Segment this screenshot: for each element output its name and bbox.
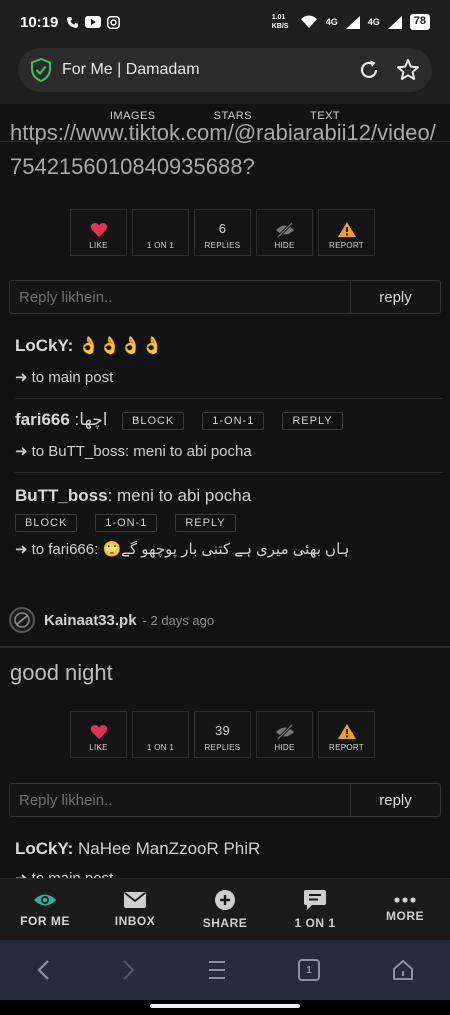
network-1: 4G xyxy=(325,17,338,27)
reply-button[interactable]: reply xyxy=(350,281,440,313)
comment-ref[interactable]: ➜to main post xyxy=(15,869,435,878)
post-text[interactable]: https://www.tiktok.com/@rabiarabii12/vid… xyxy=(10,116,440,184)
plus-circle-icon xyxy=(215,889,235,910)
heart-icon xyxy=(90,223,107,237)
youtube-icon xyxy=(85,16,102,28)
comment-author[interactable]: fari666 xyxy=(15,410,70,429)
reply-input[interactable] xyxy=(10,784,350,816)
status-time: 10:19 xyxy=(20,13,59,31)
browser-toolbar: For Me | Damadam xyxy=(0,44,450,104)
browser-nav-bar: 1 xyxy=(0,940,450,1000)
avatar[interactable] xyxy=(9,607,35,633)
comment-ref[interactable]: ➜ to BuTT_boss: meni to abi pocha xyxy=(15,442,435,460)
envelope-icon xyxy=(124,891,146,908)
comment-body: NaHee ManZzooR PhiR xyxy=(77,839,261,858)
bottom-nav: FOR ME INBOX SHARE 1 ON 1 MORE xyxy=(0,878,450,940)
warning-icon xyxy=(337,724,356,739)
replies-button[interactable]: 6 REPLIES xyxy=(194,209,251,256)
battery-icon: 78 xyxy=(409,14,430,30)
comment-author[interactable]: BuTT_boss xyxy=(15,486,108,505)
report-button[interactable]: REPORT xyxy=(318,711,375,758)
page-title: For Me | Damadam xyxy=(62,61,200,78)
nav-more[interactable]: MORE xyxy=(360,879,450,940)
eye-off-icon xyxy=(275,222,294,238)
address-bar[interactable]: For Me | Damadam xyxy=(18,48,432,92)
phone-icon xyxy=(67,16,79,28)
comment: BuTT_boss: meni to abi pocha BLOCK 1-ON-… xyxy=(15,486,435,558)
forward-arrow-icon[interactable] xyxy=(122,959,136,981)
signal-icon-2 xyxy=(387,15,402,29)
star-icon[interactable] xyxy=(396,58,420,82)
arrow-right-icon: ➜ xyxy=(15,443,28,460)
menu-icon[interactable] xyxy=(208,960,226,980)
eye-icon xyxy=(34,894,56,905)
comment-ref[interactable]: ➜to main post xyxy=(15,368,435,386)
more-dots-icon xyxy=(394,896,416,903)
hide-button[interactable]: HIDE xyxy=(256,209,313,256)
one-on-one-tag-button[interactable]: 1-ON-1 xyxy=(202,411,265,430)
reply-form: reply xyxy=(9,783,441,817)
post-author-name[interactable]: Kainaat33.pk xyxy=(44,612,137,629)
avatar-image xyxy=(14,612,30,628)
home-icon[interactable] xyxy=(392,959,414,981)
post-actions: LIKE 1 ON 1 6 REPLIES HIDE REPORT xyxy=(70,209,375,256)
arrow-right-icon: ➜ xyxy=(15,541,28,559)
comment-body: اچھا xyxy=(79,410,108,429)
nav-share[interactable]: SHARE xyxy=(180,879,270,940)
reply-form: reply xyxy=(9,280,441,314)
post-time: - 2 days ago xyxy=(142,612,215,628)
nav-inbox[interactable]: INBOX xyxy=(90,879,180,940)
network-2: 4G xyxy=(367,17,380,27)
reply-input[interactable] xyxy=(10,281,350,313)
reply-button[interactable]: reply xyxy=(350,784,440,816)
one-on-one-tag-button[interactable]: 1-ON-1 xyxy=(95,514,158,532)
comment-body: 👌👌👌👌 xyxy=(77,336,163,355)
comment-ref[interactable]: ➜ to fari666: 🙄ہاں بھئی میری ہے کتنی بار … xyxy=(15,540,435,558)
one-on-one-button[interactable]: 1 ON 1 xyxy=(132,711,189,758)
status-bar: 10:19 1.01 KB/S 4G 4G 78 xyxy=(0,0,450,44)
tabs-button[interactable]: 1 xyxy=(298,959,320,981)
replies-button[interactable]: 39 REPLIES xyxy=(194,711,251,758)
back-arrow-icon[interactable] xyxy=(36,959,50,981)
one-on-one-button[interactable]: 1 ON 1 xyxy=(132,209,189,256)
comment: LoCkY: 👌👌👌👌 ➜ to main post xyxy=(15,336,435,386)
gesture-handle[interactable] xyxy=(150,1004,300,1008)
tab-count: 1 xyxy=(306,964,312,976)
nav-one-on-one[interactable]: 1 ON 1 xyxy=(270,879,360,940)
arrow-right-icon: ➜ xyxy=(15,369,28,386)
signal-icon-1 xyxy=(345,15,360,29)
comment-reply-button[interactable]: REPLY xyxy=(175,514,236,532)
comment-author[interactable]: LoCkY xyxy=(15,839,68,858)
feed: IMAGES STARS TEXT https://www.tiktok.com… xyxy=(0,104,450,878)
comment-author[interactable]: LoCkY xyxy=(15,336,68,355)
eye-off-icon xyxy=(275,724,294,740)
replies-count: 39 xyxy=(214,723,231,738)
reload-icon[interactable] xyxy=(358,59,380,81)
report-button[interactable]: REPORT xyxy=(318,209,375,256)
post-author-row: Kainaat33.pk - 2 days ago xyxy=(9,607,214,633)
chat-bubble-icon xyxy=(304,889,326,910)
block-button[interactable]: BLOCK xyxy=(121,411,185,430)
comment: fari666 :اچھا BLOCK 1-ON-1 REPLY ➜ to BuT… xyxy=(15,410,435,460)
like-button[interactable]: LIKE xyxy=(70,209,127,256)
warning-icon xyxy=(337,222,356,237)
comment-reply-button[interactable]: REPLY xyxy=(282,411,343,430)
wifi-icon xyxy=(300,15,317,28)
heart-icon xyxy=(90,725,107,739)
shield-check-icon xyxy=(31,58,51,82)
instagram-icon xyxy=(107,15,121,29)
post-actions: LIKE 1 ON 1 39 REPLIES HIDE REPORT xyxy=(70,711,375,758)
block-button[interactable]: BLOCK xyxy=(15,514,78,532)
hide-button[interactable]: HIDE xyxy=(256,711,313,758)
nav-for-me[interactable]: FOR ME xyxy=(0,879,90,940)
net-speed: 1.01 KB/S xyxy=(271,14,289,30)
comment-body: meni to abi pocha xyxy=(117,486,252,505)
replies-count: 6 xyxy=(218,221,227,236)
post-text[interactable]: good night xyxy=(10,656,440,690)
comment: LoCkY: NaHee ManZzooR PhiR ➜to main post xyxy=(15,839,435,878)
like-button[interactable]: LIKE xyxy=(70,711,127,758)
arrow-right-icon: ➜ xyxy=(15,870,28,878)
